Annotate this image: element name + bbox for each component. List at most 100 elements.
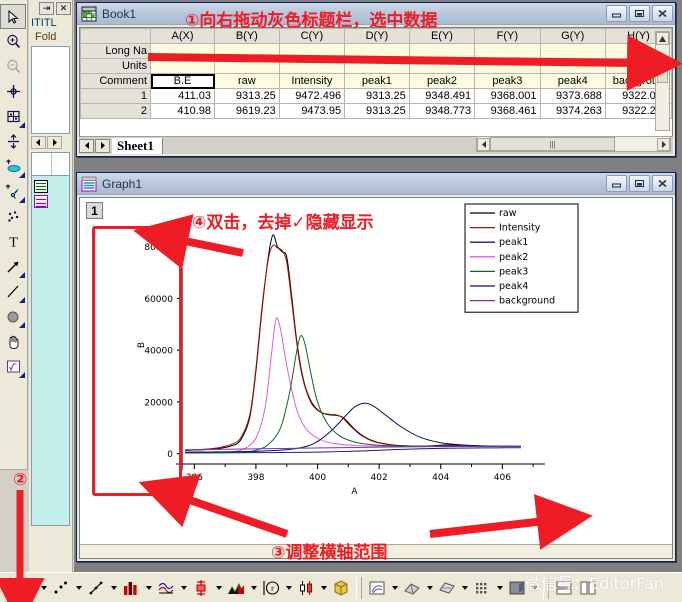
line-tool[interactable]	[0, 279, 26, 304]
table-cell[interactable]: 9368.461	[474, 103, 541, 119]
dropdown-arrow-icon[interactable]	[108, 576, 119, 600]
restore-button[interactable]	[629, 175, 650, 192]
table-cell[interactable]: peak3	[474, 73, 541, 89]
dropdown-arrow-icon[interactable]	[143, 576, 154, 600]
column-header-a[interactable]: A(X)	[150, 28, 215, 44]
worksheet-table[interactable]: A(X) B(Y) C(Y) D(Y) E(Y) F(Y) G(Y) H(Y) …	[80, 28, 672, 119]
column-header-b[interactable]: B(Y)	[214, 28, 280, 44]
project-item-graph[interactable]	[32, 194, 69, 209]
scroll-left-icon[interactable]	[31, 136, 46, 149]
scroll-left-icon[interactable]	[477, 137, 490, 151]
arrow-tool[interactable]	[0, 254, 26, 279]
project-tree-hscroll[interactable]	[31, 136, 70, 150]
row-header-comment[interactable]: Comment	[80, 73, 152, 89]
column-header-g[interactable]: G(Y)	[539, 28, 606, 44]
dropdown-arrow-icon[interactable]	[283, 576, 294, 600]
multi-curve-plot-button[interactable]	[154, 576, 189, 600]
table-cell[interactable]: 9374.263	[539, 103, 606, 119]
column-header-e[interactable]: E(Y)	[408, 28, 476, 44]
zoom-in-tool[interactable]	[0, 29, 26, 54]
undock-button[interactable]: ⇥	[39, 1, 54, 15]
pan-tool[interactable]	[0, 329, 26, 354]
scroll-track[interactable]: |||	[490, 137, 657, 151]
text-tool[interactable]: T	[0, 229, 26, 254]
scroll-thumb[interactable]: |||	[490, 137, 615, 151]
line-symbol-plot-button[interactable]	[84, 576, 119, 600]
project-tree-list[interactable]	[31, 46, 70, 134]
equation-tool[interactable]	[0, 354, 26, 379]
select-all-corner[interactable]	[80, 28, 152, 44]
matrix-plot-button[interactable]	[470, 576, 505, 600]
data-selector-tool[interactable]	[0, 129, 26, 154]
column-header-c[interactable]: C(Y)	[278, 28, 346, 44]
scroll-right-icon[interactable]	[47, 136, 62, 149]
restore-button[interactable]	[629, 5, 650, 22]
table-cell[interactable]: 9368.001	[474, 88, 541, 104]
dropdown-arrow-icon[interactable]	[318, 576, 329, 600]
graph-titlebar[interactable]: Graph1	[77, 173, 675, 195]
surface-plot-button[interactable]	[400, 576, 435, 600]
dropdown-arrow-icon[interactable]	[529, 576, 540, 600]
worksheet-vertical-scrollbar[interactable]	[655, 31, 670, 131]
table-cell[interactable]: 9348.491	[408, 88, 476, 104]
worksheet-horizontal-scrollbar[interactable]: |||	[476, 136, 671, 152]
table-cell[interactable]: 9313.25	[344, 103, 410, 119]
image-plot-button[interactable]	[435, 576, 470, 600]
table-cell[interactable]: peak2	[408, 73, 476, 89]
contour-plot-button[interactable]	[365, 576, 400, 600]
scroll-right-icon[interactable]	[657, 137, 670, 151]
table-cell[interactable]	[150, 43, 215, 59]
regional-mask-tool[interactable]	[0, 179, 26, 204]
sheet-next-icon[interactable]	[95, 138, 110, 153]
shape-tool[interactable]	[0, 304, 26, 329]
dropdown-arrow-icon[interactable]	[459, 576, 470, 600]
table-cell[interactable]: 410.98	[150, 103, 215, 119]
polar-plot-button[interactable]: r	[259, 576, 294, 600]
zoom-out-tool[interactable]	[0, 54, 26, 79]
screen-reader-tool[interactable]	[0, 104, 26, 129]
toolbar-grip[interactable]	[543, 576, 549, 599]
3d-plot-button[interactable]	[329, 576, 353, 600]
row-header-units[interactable]: Units	[80, 58, 152, 74]
table-cell[interactable]	[408, 43, 476, 59]
table-cell[interactable]	[278, 43, 346, 59]
scatter-plot-button[interactable]	[49, 576, 84, 600]
column-header-d[interactable]: D(Y)	[344, 28, 410, 44]
table-cell[interactable]: 411.03	[150, 88, 215, 104]
sheet-tab-sheet1[interactable]: Sheet1	[112, 137, 163, 154]
row-header-long-name[interactable]: Long Na	[80, 43, 152, 59]
table-cell[interactable]	[539, 43, 606, 59]
minimize-button[interactable]	[606, 175, 627, 192]
dropdown-arrow-icon[interactable]	[178, 576, 189, 600]
column-header-f[interactable]: F(Y)	[474, 28, 541, 44]
pointer-tool[interactable]	[0, 4, 26, 29]
box-chart-button[interactable]	[294, 576, 329, 600]
table-cell[interactable]: peak4	[539, 73, 606, 89]
table-cell[interactable]: 9313.25	[214, 88, 280, 104]
table-cell[interactable]: 9348.773	[408, 103, 476, 119]
dropdown-arrow-icon[interactable]	[389, 576, 400, 600]
dropdown-arrow-icon[interactable]	[424, 576, 435, 600]
graph-horizontal-scrollbar[interactable]	[80, 544, 672, 558]
minimize-button[interactable]	[606, 5, 627, 22]
table-cell[interactable]: peak1	[344, 73, 410, 89]
row-header-2[interactable]: 2	[80, 103, 152, 119]
table-cell[interactable]: 9373.688	[539, 88, 606, 104]
table-cell[interactable]: 9473.95	[278, 103, 346, 119]
merge-layout-button[interactable]	[552, 576, 576, 600]
toolbar-grip[interactable]	[5, 576, 11, 599]
graph-page[interactable]: 1 0 20000 40000 60000 80000 B 396 398 400 402 404 4…	[79, 197, 673, 559]
dropdown-arrow-icon[interactable]	[494, 576, 505, 600]
table-cell[interactable]: 9313.25	[344, 88, 410, 104]
scroll-up-icon[interactable]	[656, 32, 669, 45]
table-cell[interactable]	[278, 58, 346, 74]
dropdown-arrow-icon[interactable]	[248, 576, 259, 600]
selected-cell[interactable]: B.E	[150, 73, 215, 89]
workbook-titlebar[interactable]: Book1	[77, 3, 675, 25]
dropdown-arrow-icon[interactable]	[213, 576, 224, 600]
worksheet-grid-area[interactable]: A(X) B(Y) C(Y) D(Y) E(Y) F(Y) G(Y) H(Y) …	[79, 27, 673, 154]
table-cell[interactable]	[214, 43, 280, 59]
project-item-workbook[interactable]	[32, 179, 69, 194]
table-cell[interactable]: 9472.496	[278, 88, 346, 104]
table-cell[interactable]	[474, 58, 541, 74]
